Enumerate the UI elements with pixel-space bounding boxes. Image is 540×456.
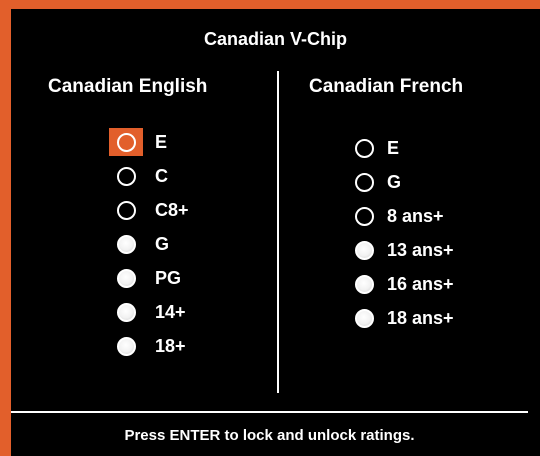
vchip-panel: Canadian V-Chip Canadian English Canadia… [11,9,540,456]
english-rating-option[interactable]: PG [109,261,189,295]
radio-icon-wrap [109,162,143,190]
rating-label: C [155,165,168,186]
radio-empty-icon [116,166,136,186]
footer-divider [11,411,528,413]
column-divider [277,71,279,393]
radio-filled-icon [116,234,136,254]
english-rating-option-focused[interactable]: E [109,125,189,159]
rating-label: E [155,131,168,152]
radio-icon-wrap [109,332,143,360]
radio-icon-wrap [109,230,143,258]
radio-filled-icon [354,308,374,328]
french-rating-option[interactable]: G [351,165,454,199]
page-title: Canadian V-Chip [203,29,347,49]
english-rating-option[interactable]: C [109,159,189,193]
rating-label: 14+ [155,301,186,322]
french-rating-option[interactable]: E [351,131,454,165]
radio-icon-wrap [109,196,143,224]
french-ratings-list: E G 8 ans+ 13 ans+ 16 ans+ 18 ans+ [351,131,454,335]
radio-empty-icon [354,206,374,226]
rating-label: 18+ [155,335,186,356]
radio-empty-icon [354,138,374,158]
radio-icon-wrap [351,236,377,264]
radio-icon-wrap [351,304,377,332]
rating-label: E [387,137,400,158]
radio-filled-icon [354,240,374,260]
rating-label: G [387,171,402,192]
radio-icon-wrap [109,128,143,156]
rating-label: 18 ans+ [387,307,454,328]
rating-label: C8+ [155,199,189,220]
english-rating-option[interactable]: C8+ [109,193,189,227]
french-rating-option[interactable]: 8 ans+ [351,199,454,233]
rating-label: PG [155,267,182,288]
radio-filled-icon [116,302,136,322]
radio-filled-icon [116,268,136,288]
rating-label: 13 ans+ [387,239,454,260]
french-column-heading: Canadian French [309,76,464,97]
radio-filled-icon [116,336,136,356]
radio-icon-wrap [351,168,377,196]
radio-icon-wrap [109,264,143,292]
rating-label: G [155,233,170,254]
rating-label: 8 ans+ [387,205,444,226]
french-rating-option[interactable]: 18 ans+ [351,301,454,335]
french-rating-option[interactable]: 13 ans+ [351,233,454,267]
english-ratings-list: E C C8+ G PG 14+ 18+ [109,125,189,363]
rating-label: 16 ans+ [387,273,454,294]
english-rating-option[interactable]: 18+ [109,329,189,363]
radio-empty-icon [354,172,374,192]
english-rating-option[interactable]: G [109,227,189,261]
radio-icon-wrap [109,298,143,326]
english-column-heading: Canadian English [48,76,208,97]
radio-empty-icon [116,132,136,152]
english-rating-option[interactable]: 14+ [109,295,189,329]
french-rating-option[interactable]: 16 ans+ [351,267,454,301]
footer-hint: Press ENTER to lock and unlock ratings. [124,427,415,444]
radio-filled-icon [354,274,374,294]
radio-empty-icon [116,200,136,220]
radio-icon-wrap [351,270,377,298]
radio-icon-wrap [351,134,377,162]
radio-icon-wrap [351,202,377,230]
